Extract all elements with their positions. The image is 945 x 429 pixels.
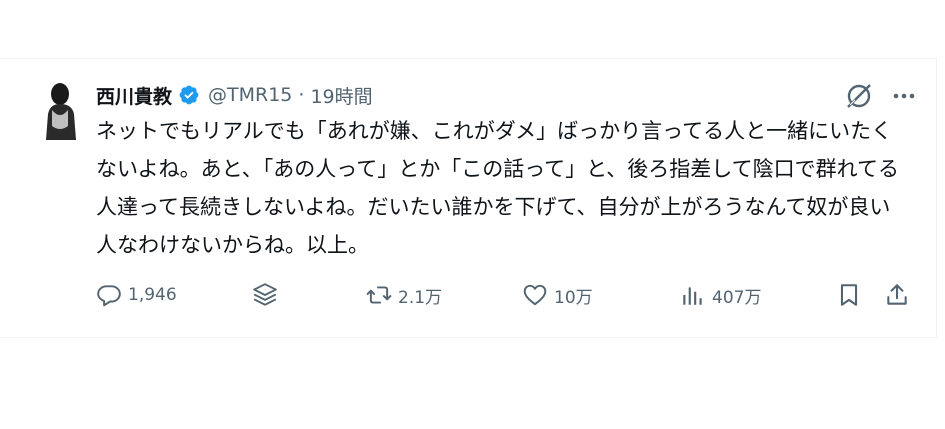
reply-count: 1,946 — [128, 285, 177, 305]
tweet-text: ネットでもリアルでも「あれが嫌、これがダメ」ばっかり言ってる人と一緒にいたくない… — [96, 119, 900, 257]
action-bar: 1,946 2.1万 10万 407万 — [96, 278, 916, 312]
heart-icon — [523, 284, 547, 306]
like-count: 10万 — [554, 287, 593, 308]
share-icon — [887, 284, 907, 305]
author-name[interactable]: 西川貴教 — [96, 82, 172, 109]
reply-button[interactable]: 1,946 — [96, 278, 177, 312]
views-icon — [683, 287, 702, 305]
author-handle[interactable]: @TMR15 — [208, 84, 292, 106]
grok-icon[interactable] — [845, 82, 873, 110]
views-button[interactable]: 407万 — [680, 278, 761, 312]
more-icon[interactable] — [891, 83, 917, 109]
avatar[interactable] — [40, 80, 80, 140]
tweet-header: 西川貴教 @TMR15 · 19時間 — [96, 80, 373, 110]
timestamp[interactable]: 19時間 — [310, 82, 372, 109]
avatar-image — [40, 80, 80, 140]
retweet-icon — [366, 286, 392, 304]
page: 西川貴教 @TMR15 · 19時間 ネットでもリアルでも「あれが嫌、これがダメ… — [0, 0, 945, 429]
like-button[interactable]: 10万 — [522, 278, 593, 312]
layers-icon — [253, 283, 277, 306]
retweet-button[interactable]: 2.1万 — [366, 278, 442, 312]
separator-dot: · — [298, 84, 305, 106]
share-button[interactable] — [884, 278, 910, 312]
verified-badge-icon — [179, 85, 199, 105]
header-actions — [845, 82, 917, 110]
retweet-count: 2.1万 — [398, 287, 443, 308]
view-count: 407万 — [712, 287, 762, 308]
bookmark-button[interactable] — [836, 278, 862, 312]
reply-icon — [97, 285, 121, 307]
bookmark-icon — [840, 284, 858, 306]
layers-button[interactable] — [252, 278, 278, 312]
